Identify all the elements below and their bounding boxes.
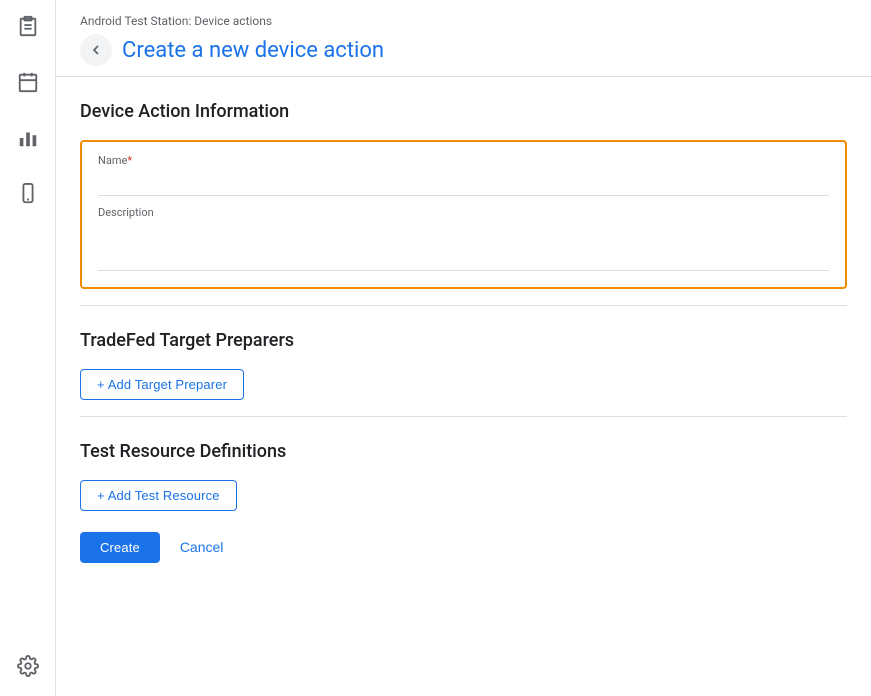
test-resource-section: Test Resource Definitions + Add Test Res…: [80, 417, 847, 579]
sidebar-item-calendar[interactable]: [14, 68, 42, 96]
cancel-button[interactable]: Cancel: [168, 531, 236, 563]
page-header: Android Test Station: Device actions Cre…: [56, 0, 871, 77]
test-resource-section-title: Test Resource Definitions: [80, 441, 847, 462]
form-fields-box: Name* Description: [80, 140, 847, 289]
create-button[interactable]: Create: [80, 532, 160, 563]
name-label: Name*: [98, 154, 829, 167]
sidebar-item-clipboard[interactable]: [14, 12, 42, 40]
content-area: Device Action Information Name* Descript…: [56, 77, 871, 696]
page-title: Create a new device action: [122, 38, 384, 63]
add-test-resource-button[interactable]: + Add Test Resource: [80, 480, 237, 511]
sidebar-item-analytics[interactable]: [14, 124, 42, 152]
description-field: Description: [98, 206, 829, 275]
name-field: Name*: [98, 154, 829, 196]
form-action-row: Create Cancel: [80, 531, 847, 563]
tradefed-section-title: TradeFed Target Preparers: [80, 330, 847, 351]
description-label: Description: [98, 206, 829, 219]
sidebar: [0, 0, 56, 696]
name-input[interactable]: [98, 171, 829, 196]
main-content: Android Test Station: Device actions Cre…: [56, 0, 871, 696]
sidebar-item-settings[interactable]: [14, 652, 42, 680]
breadcrumb: Android Test Station: Device actions: [80, 14, 847, 28]
device-action-section-title: Device Action Information: [80, 101, 847, 122]
device-action-section: Device Action Information Name* Descript…: [80, 77, 847, 306]
tradefed-section: TradeFed Target Preparers + Add Target P…: [80, 306, 847, 417]
add-target-preparer-button[interactable]: + Add Target Preparer: [80, 369, 244, 400]
sidebar-item-devices[interactable]: [14, 180, 42, 208]
description-input[interactable]: [98, 223, 829, 271]
back-button[interactable]: [80, 34, 112, 66]
